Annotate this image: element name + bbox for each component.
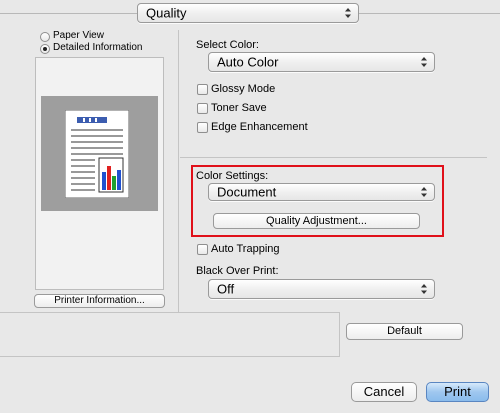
default-button[interactable]: Default — [346, 323, 463, 340]
auto-trapping-checkbox[interactable] — [197, 244, 208, 255]
printer-information-button[interactable]: Printer Information... — [34, 294, 165, 308]
print-button-label: Print — [444, 384, 471, 399]
printer-information-label: Printer Information... — [54, 295, 145, 306]
panel-selector-popup[interactable]: Quality — [137, 3, 359, 23]
print-button[interactable]: Print — [426, 382, 489, 402]
updown-arrows-icon — [421, 187, 427, 197]
detailed-information-radio[interactable] — [40, 44, 50, 54]
bottom-divider-lower — [0, 356, 340, 357]
column-divider — [178, 30, 179, 312]
paper-view-label: Paper View — [53, 30, 104, 41]
quality-adjustment-label: Quality Adjustment... — [266, 215, 367, 227]
detailed-information-label: Detailed Information — [53, 42, 143, 53]
paper-view-radio[interactable] — [40, 32, 50, 42]
glossy-mode-checkbox[interactable] — [197, 84, 208, 95]
default-button-label: Default — [387, 325, 422, 337]
color-settings-label: Color Settings: — [196, 170, 269, 182]
select-color-value: Auto Color — [217, 54, 279, 70]
color-settings-value: Document — [217, 184, 277, 200]
bottom-divider-vertical — [339, 312, 340, 356]
updown-arrows-icon — [345, 8, 351, 18]
header-divider-right — [359, 13, 500, 14]
panel-selector-value: Quality — [146, 5, 187, 21]
edge-enhancement-checkbox[interactable] — [197, 122, 208, 133]
toner-save-label: Toner Save — [211, 102, 267, 114]
select-color-label: Select Color: — [196, 39, 259, 51]
section-divider — [180, 157, 487, 158]
updown-arrows-icon — [421, 284, 427, 294]
toner-save-checkbox[interactable] — [197, 103, 208, 114]
select-color-popup[interactable]: Auto Color — [208, 52, 435, 72]
auto-trapping-label: Auto Trapping — [211, 243, 280, 255]
black-over-print-popup[interactable]: Off — [208, 279, 435, 299]
paper-preview-image — [65, 110, 129, 198]
updown-arrows-icon — [421, 57, 427, 67]
cancel-button[interactable]: Cancel — [351, 382, 417, 402]
header-divider — [0, 13, 137, 14]
black-over-print-value: Off — [217, 281, 235, 297]
glossy-mode-label: Glossy Mode — [211, 83, 276, 95]
edge-enhancement-label: Edge Enhancement — [211, 121, 308, 133]
quality-adjustment-button[interactable]: Quality Adjustment... — [213, 213, 420, 229]
cancel-button-label: Cancel — [363, 384, 405, 399]
black-over-print-label: Black Over Print: — [196, 265, 279, 277]
color-settings-popup[interactable]: Document — [208, 183, 435, 201]
bottom-divider — [0, 312, 339, 313]
